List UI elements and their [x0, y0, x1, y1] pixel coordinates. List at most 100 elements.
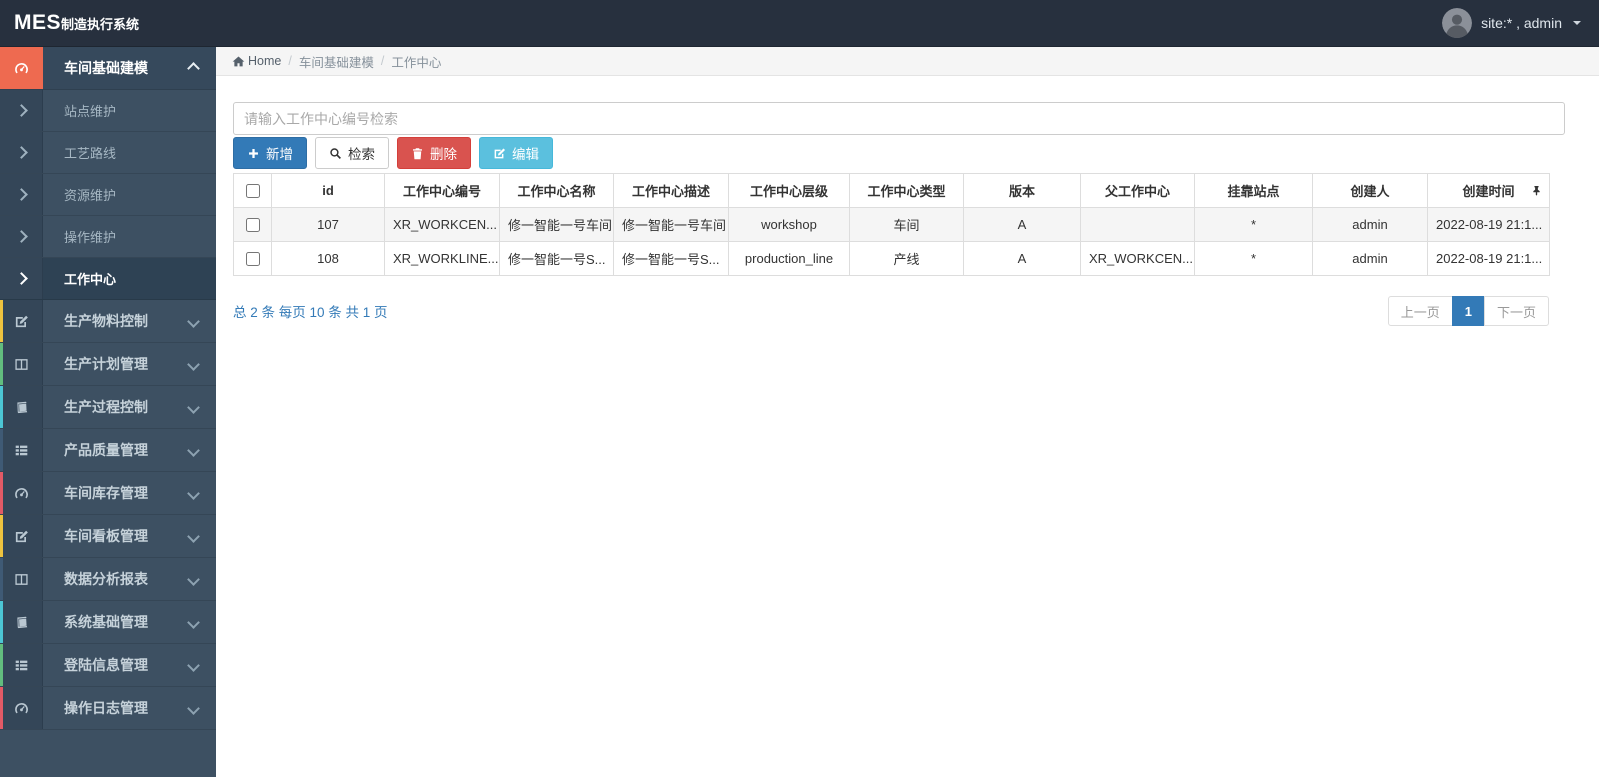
select-all-checkbox[interactable]	[245, 184, 260, 199]
sidebar-item-label: 操作维护	[64, 230, 117, 245]
cell-name: 修一智能一号S...	[499, 241, 614, 276]
select-all-cell	[233, 173, 272, 208]
pin-icon[interactable]	[1531, 185, 1542, 196]
col-level[interactable]: 工作中心层级	[728, 173, 850, 208]
breadcrumb: Home / 车间基础建模 / 工作中心	[216, 47, 1599, 76]
cell-version: A	[963, 241, 1081, 276]
breadcrumb-home-link[interactable]: Home	[232, 54, 281, 68]
breadcrumb-item-work-center: 工作中心	[391, 55, 442, 70]
cell-level: production_line	[728, 241, 850, 276]
breadcrumb-item-workshop-modeling[interactable]: 车间基础建模	[299, 52, 374, 71]
col-create-time-label: 创建时间	[1462, 184, 1515, 199]
cell-creator: admin	[1312, 207, 1428, 242]
add-button[interactable]: 新增	[233, 137, 307, 169]
button-label: 检索	[348, 147, 375, 162]
sidebar-item-label: 站点维护	[64, 104, 117, 119]
user-menu[interactable]: site:* , admin	[1442, 8, 1599, 38]
button-label: 新增	[266, 147, 293, 162]
cell-id: 108	[271, 241, 385, 276]
sidebar-group-label: 生产物料控制	[64, 313, 148, 329]
col-parent[interactable]: 父工作中心	[1080, 173, 1195, 208]
col-description[interactable]: 工作中心描述	[613, 173, 729, 208]
avatar	[1442, 8, 1472, 38]
table-row[interactable]: 108 XR_WORKLINE... 修一智能一号S... 修一智能一号S...…	[233, 241, 1550, 276]
search-button[interactable]: 检索	[315, 137, 389, 169]
col-creator[interactable]: 创建人	[1312, 173, 1428, 208]
chevron-down-icon	[187, 701, 200, 715]
brand-rest-text: 制造执行系统	[61, 17, 140, 32]
sidebar-group-product-quality-management[interactable]: 产品质量管理	[0, 429, 216, 472]
cell-level: workshop	[728, 207, 850, 242]
cell-type: 车间	[849, 207, 964, 242]
cell-description: 修一智能一号S...	[613, 241, 729, 276]
col-create-time[interactable]: 创建时间	[1427, 173, 1550, 208]
col-code[interactable]: 工作中心编号	[384, 173, 500, 208]
button-label: 编辑	[512, 147, 539, 162]
sidebar-item-label: 工艺路线	[64, 146, 117, 161]
sidebar-item-process-route[interactable]: 工艺路线	[0, 132, 216, 174]
page-1-button[interactable]: 1	[1451, 296, 1485, 326]
brand-logo[interactable]: MES 制造执行系统	[0, 11, 139, 35]
edit-icon	[0, 515, 43, 557]
sidebar-group-login-info-management[interactable]: 登陆信息管理	[0, 644, 216, 687]
edit-icon	[0, 300, 43, 342]
sidebar-group-data-analysis-report[interactable]: 数据分析报表	[0, 558, 216, 601]
sidebar-item-work-center[interactable]: 工作中心	[0, 258, 216, 300]
cell-type: 产线	[849, 241, 964, 276]
cell-creator: admin	[1312, 241, 1428, 276]
delete-button[interactable]: 删除	[397, 137, 471, 169]
sidebar-group-label: 登陆信息管理	[64, 657, 148, 673]
sidebar-group-label: 车间看板管理	[64, 528, 148, 544]
chevron-down-icon	[187, 486, 200, 500]
sidebar-item-resource-maintenance[interactable]: 资源维护	[0, 174, 216, 216]
book-icon	[0, 601, 43, 643]
sidebar-group-workshop-kanban-management[interactable]: 车间看板管理	[0, 515, 216, 558]
cell-create-time: 2022-08-19 21:1...	[1427, 241, 1550, 276]
top-navbar: MES 制造执行系统 site:* , admin	[0, 0, 1599, 47]
sidebar-item-label: 资源维护	[64, 188, 117, 203]
cell-parent: XR_WORKCEN...	[1080, 241, 1195, 276]
col-id[interactable]: id	[271, 173, 385, 208]
sidebar-group-production-material-control[interactable]: 生产物料控制	[0, 300, 216, 343]
sidebar-group-label: 产品质量管理	[64, 442, 148, 458]
button-label: 删除	[430, 147, 457, 162]
breadcrumb-separator: /	[380, 54, 385, 68]
chevron-right-icon	[0, 90, 43, 131]
caret-down-icon	[1573, 21, 1581, 25]
col-name[interactable]: 工作中心名称	[499, 173, 614, 208]
table-row[interactable]: 107 XR_WORKCEN... 修一智能一号车间 修一智能一号车间 work…	[233, 207, 1550, 242]
sidebar-group-production-process-control[interactable]: 生产过程控制	[0, 386, 216, 429]
prev-page-button[interactable]: 上一页	[1387, 296, 1453, 326]
chevron-down-icon	[187, 658, 200, 672]
col-station[interactable]: 挂靠站点	[1194, 173, 1313, 208]
sidebar-group-label: 数据分析报表	[64, 571, 148, 587]
pagination: 上一页 1 下一页	[1387, 296, 1549, 326]
next-page-button[interactable]: 下一页	[1483, 296, 1549, 326]
search-input[interactable]	[233, 102, 1565, 135]
table-header-row: id 工作中心编号 工作中心名称 工作中心描述 工作中心层级 工作中心类型 版本…	[233, 173, 1550, 208]
row-checkbox[interactable]	[245, 252, 260, 267]
cell-description: 修一智能一号车间	[613, 207, 729, 242]
sidebar-group-system-basic-management[interactable]: 系统基础管理	[0, 601, 216, 644]
sidebar-group-production-plan-management[interactable]: 生产计划管理	[0, 343, 216, 386]
table-footer: 总 2 条 每页 10 条 共 1 页 上一页 1 下一页	[233, 296, 1549, 326]
cell-code: XR_WORKCEN...	[384, 207, 500, 242]
sidebar-group-operation-log-management[interactable]: 操作日志管理	[0, 687, 216, 730]
col-type[interactable]: 工作中心类型	[849, 173, 964, 208]
gauge-icon	[0, 472, 43, 514]
sidebar-group-workshop-modeling[interactable]: 车间基础建模	[0, 47, 216, 90]
brand-bold-text: MES	[14, 11, 62, 34]
edit-button[interactable]: 编辑	[479, 137, 553, 169]
record-summary: 总 2 条 每页 10 条 共 1 页	[233, 305, 388, 320]
sidebar-group-workshop-inventory-management[interactable]: 车间库存管理	[0, 472, 216, 515]
col-version[interactable]: 版本	[963, 173, 1081, 208]
chevron-down-icon	[187, 572, 200, 586]
row-checkbox[interactable]	[245, 218, 260, 233]
chevron-down-icon	[187, 529, 200, 543]
user-label: site:* , admin	[1481, 15, 1562, 31]
chevron-down-icon	[187, 443, 200, 457]
plus-icon	[247, 147, 260, 160]
sidebar-item-operation-maintenance[interactable]: 操作维护	[0, 216, 216, 258]
sidebar-item-site-maintenance[interactable]: 站点维护	[0, 90, 216, 132]
search-icon	[329, 147, 342, 160]
